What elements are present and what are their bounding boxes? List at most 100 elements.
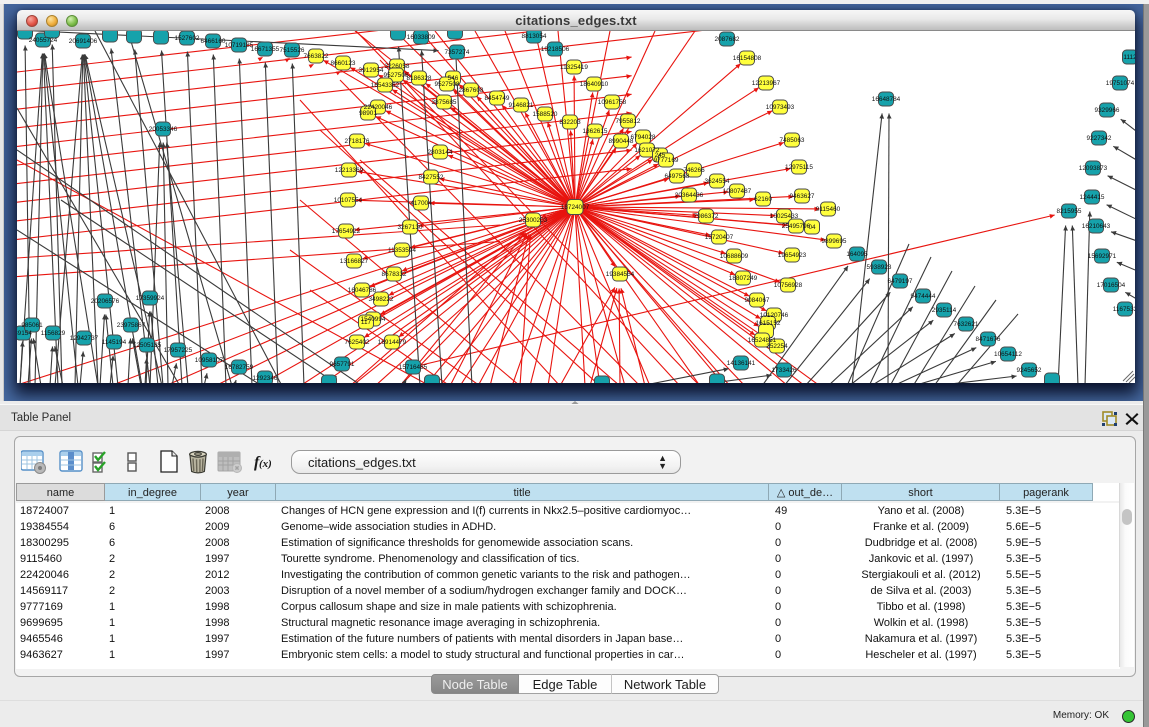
- svg-text:12213369: 12213369: [335, 167, 364, 174]
- svg-text:18640910: 18640910: [580, 81, 609, 88]
- svg-text:9146821: 9146821: [509, 102, 534, 109]
- svg-text:9245652: 9245652: [1017, 367, 1042, 374]
- svg-text:14136141: 14136141: [727, 360, 756, 367]
- svg-text:10719185: 10719185: [225, 42, 254, 49]
- svg-text:1244415: 1244415: [1080, 194, 1105, 201]
- svg-text:11325419: 11325419: [560, 64, 588, 71]
- svg-text:25495796: 25495796: [782, 223, 811, 230]
- svg-text:16046786: 16046786: [348, 287, 377, 294]
- svg-text:20206576: 20206576: [91, 298, 120, 305]
- svg-text:04: 04: [808, 224, 816, 231]
- svg-text:19218506: 19218506: [541, 46, 570, 53]
- svg-text:2718176: 2718176: [345, 138, 370, 145]
- svg-text:15716485: 15716485: [399, 364, 428, 371]
- svg-text:17359924: 17359924: [136, 295, 165, 302]
- svg-text:17016504: 17016504: [1097, 282, 1126, 289]
- svg-text:20364436: 20364436: [675, 192, 704, 199]
- svg-text:12942737: 12942737: [70, 335, 99, 342]
- svg-text:17654922: 17654922: [332, 228, 361, 235]
- svg-text:1292346: 1292346: [253, 375, 278, 382]
- svg-text:3267130: 3267130: [398, 224, 423, 231]
- svg-text:13166827: 13166827: [340, 258, 369, 265]
- svg-text:1156829: 1156829: [41, 330, 66, 337]
- svg-text:8471676: 8471676: [976, 336, 1001, 343]
- svg-text:98901: 98901: [359, 110, 377, 117]
- svg-text:3624554: 3624554: [705, 178, 730, 185]
- svg-text:1167533: 1167533: [1113, 306, 1135, 313]
- svg-text:2867608: 2867608: [459, 87, 484, 94]
- svg-text:16914479: 16914479: [378, 339, 407, 346]
- svg-text:3498222: 3498222: [369, 296, 394, 303]
- svg-text:16210643: 16210643: [1082, 223, 1111, 230]
- svg-text:7663822: 7663822: [304, 53, 329, 60]
- svg-text:2803144: 2803144: [428, 149, 453, 156]
- svg-text:8427552: 8427552: [419, 174, 444, 181]
- svg-text:16543362: 16543362: [371, 82, 400, 89]
- svg-text:1615152: 1615152: [756, 320, 781, 327]
- svg-text:8813054: 8813054: [522, 33, 547, 40]
- svg-text:2935114: 2935114: [932, 307, 957, 314]
- svg-text:8660123: 8660123: [331, 60, 356, 67]
- svg-text:7632621: 7632621: [954, 321, 979, 328]
- svg-text:12093873: 12093873: [1079, 165, 1108, 172]
- svg-text:3912954: 3912954: [359, 67, 384, 74]
- svg-text:417004: 417004: [410, 200, 432, 207]
- svg-text:12975115: 12975115: [785, 164, 813, 171]
- svg-text:12505135: 12505135: [133, 342, 162, 349]
- svg-text:20053346: 20053346: [149, 126, 178, 133]
- svg-text:18807249: 18807249: [729, 275, 758, 282]
- svg-text:5938923: 5938923: [867, 264, 892, 271]
- svg-text:39154: 39154: [17, 330, 32, 337]
- svg-text:7955812: 7955812: [616, 118, 641, 125]
- svg-text:9777169: 9777169: [654, 157, 679, 164]
- svg-text:18724007: 18724007: [561, 204, 590, 211]
- svg-text:8454749: 8454749: [485, 95, 510, 102]
- svg-text:1527602: 1527602: [175, 35, 200, 42]
- svg-text:15720407: 15720407: [705, 234, 734, 241]
- svg-text:17957225: 17957225: [164, 347, 193, 354]
- svg-text:6479197: 6479197: [888, 278, 913, 285]
- svg-text:15692971: 15692971: [1088, 253, 1117, 260]
- svg-text:2087682: 2087682: [715, 36, 740, 43]
- svg-text:8678332: 8678332: [382, 271, 407, 278]
- svg-text:16648784: 16648784: [872, 96, 901, 103]
- svg-text:19654923: 19654923: [778, 252, 807, 259]
- svg-text:(x): (x): [259, 458, 271, 470]
- svg-text:11353594: 11353594: [388, 247, 416, 254]
- svg-text:62160: 62160: [754, 196, 772, 203]
- svg-text:10120746: 10120746: [760, 312, 789, 319]
- svg-text:9527508: 9527508: [435, 81, 460, 88]
- svg-text:7515526: 7515526: [280, 47, 305, 54]
- svg-text:19384554: 19384554: [606, 271, 635, 278]
- svg-text:10654112: 10654112: [994, 351, 1022, 358]
- svg-text:10961758: 10961758: [598, 99, 627, 106]
- svg-text:164095: 164095: [846, 251, 868, 258]
- svg-text:985061: 985061: [21, 322, 43, 329]
- svg-text:1145194: 1145194: [102, 339, 127, 346]
- svg-text:9463627: 9463627: [790, 193, 815, 200]
- svg-text:1733426: 1733426: [772, 367, 797, 374]
- svg-text:10756928: 10756928: [774, 282, 803, 289]
- svg-text:9084067: 9084067: [745, 297, 770, 304]
- svg-text:8215955: 8215955: [1057, 208, 1082, 215]
- svg-text:1362615: 1362615: [583, 128, 608, 135]
- svg-text:24055724: 24055724: [29, 37, 58, 44]
- svg-text:7485063: 7485063: [780, 137, 805, 144]
- svg-text:9227342: 9227342: [1087, 135, 1112, 142]
- svg-text:10107554: 10107554: [334, 197, 363, 204]
- svg-text:8186328: 8186328: [407, 75, 432, 82]
- svg-text:832203: 832203: [559, 119, 581, 126]
- svg-text:10025433: 10025433: [770, 213, 799, 220]
- svg-text:7986372: 7986372: [694, 213, 719, 220]
- svg-text:19751074: 19751074: [1106, 80, 1135, 87]
- svg-text:3875685: 3875685: [432, 99, 457, 106]
- svg-text:3226058: 3226058: [385, 63, 410, 70]
- svg-text:1112: 1112: [1123, 54, 1135, 61]
- svg-text:20691406: 20691406: [69, 38, 98, 45]
- svg-text:12213967: 12213967: [752, 80, 781, 87]
- svg-text:10688609: 10688609: [720, 253, 749, 260]
- svg-text:16671355: 16671355: [251, 46, 280, 53]
- svg-text:10958107: 10958107: [195, 357, 224, 364]
- svg-text:117: 117: [361, 319, 372, 326]
- svg-text:9115460: 9115460: [816, 206, 841, 213]
